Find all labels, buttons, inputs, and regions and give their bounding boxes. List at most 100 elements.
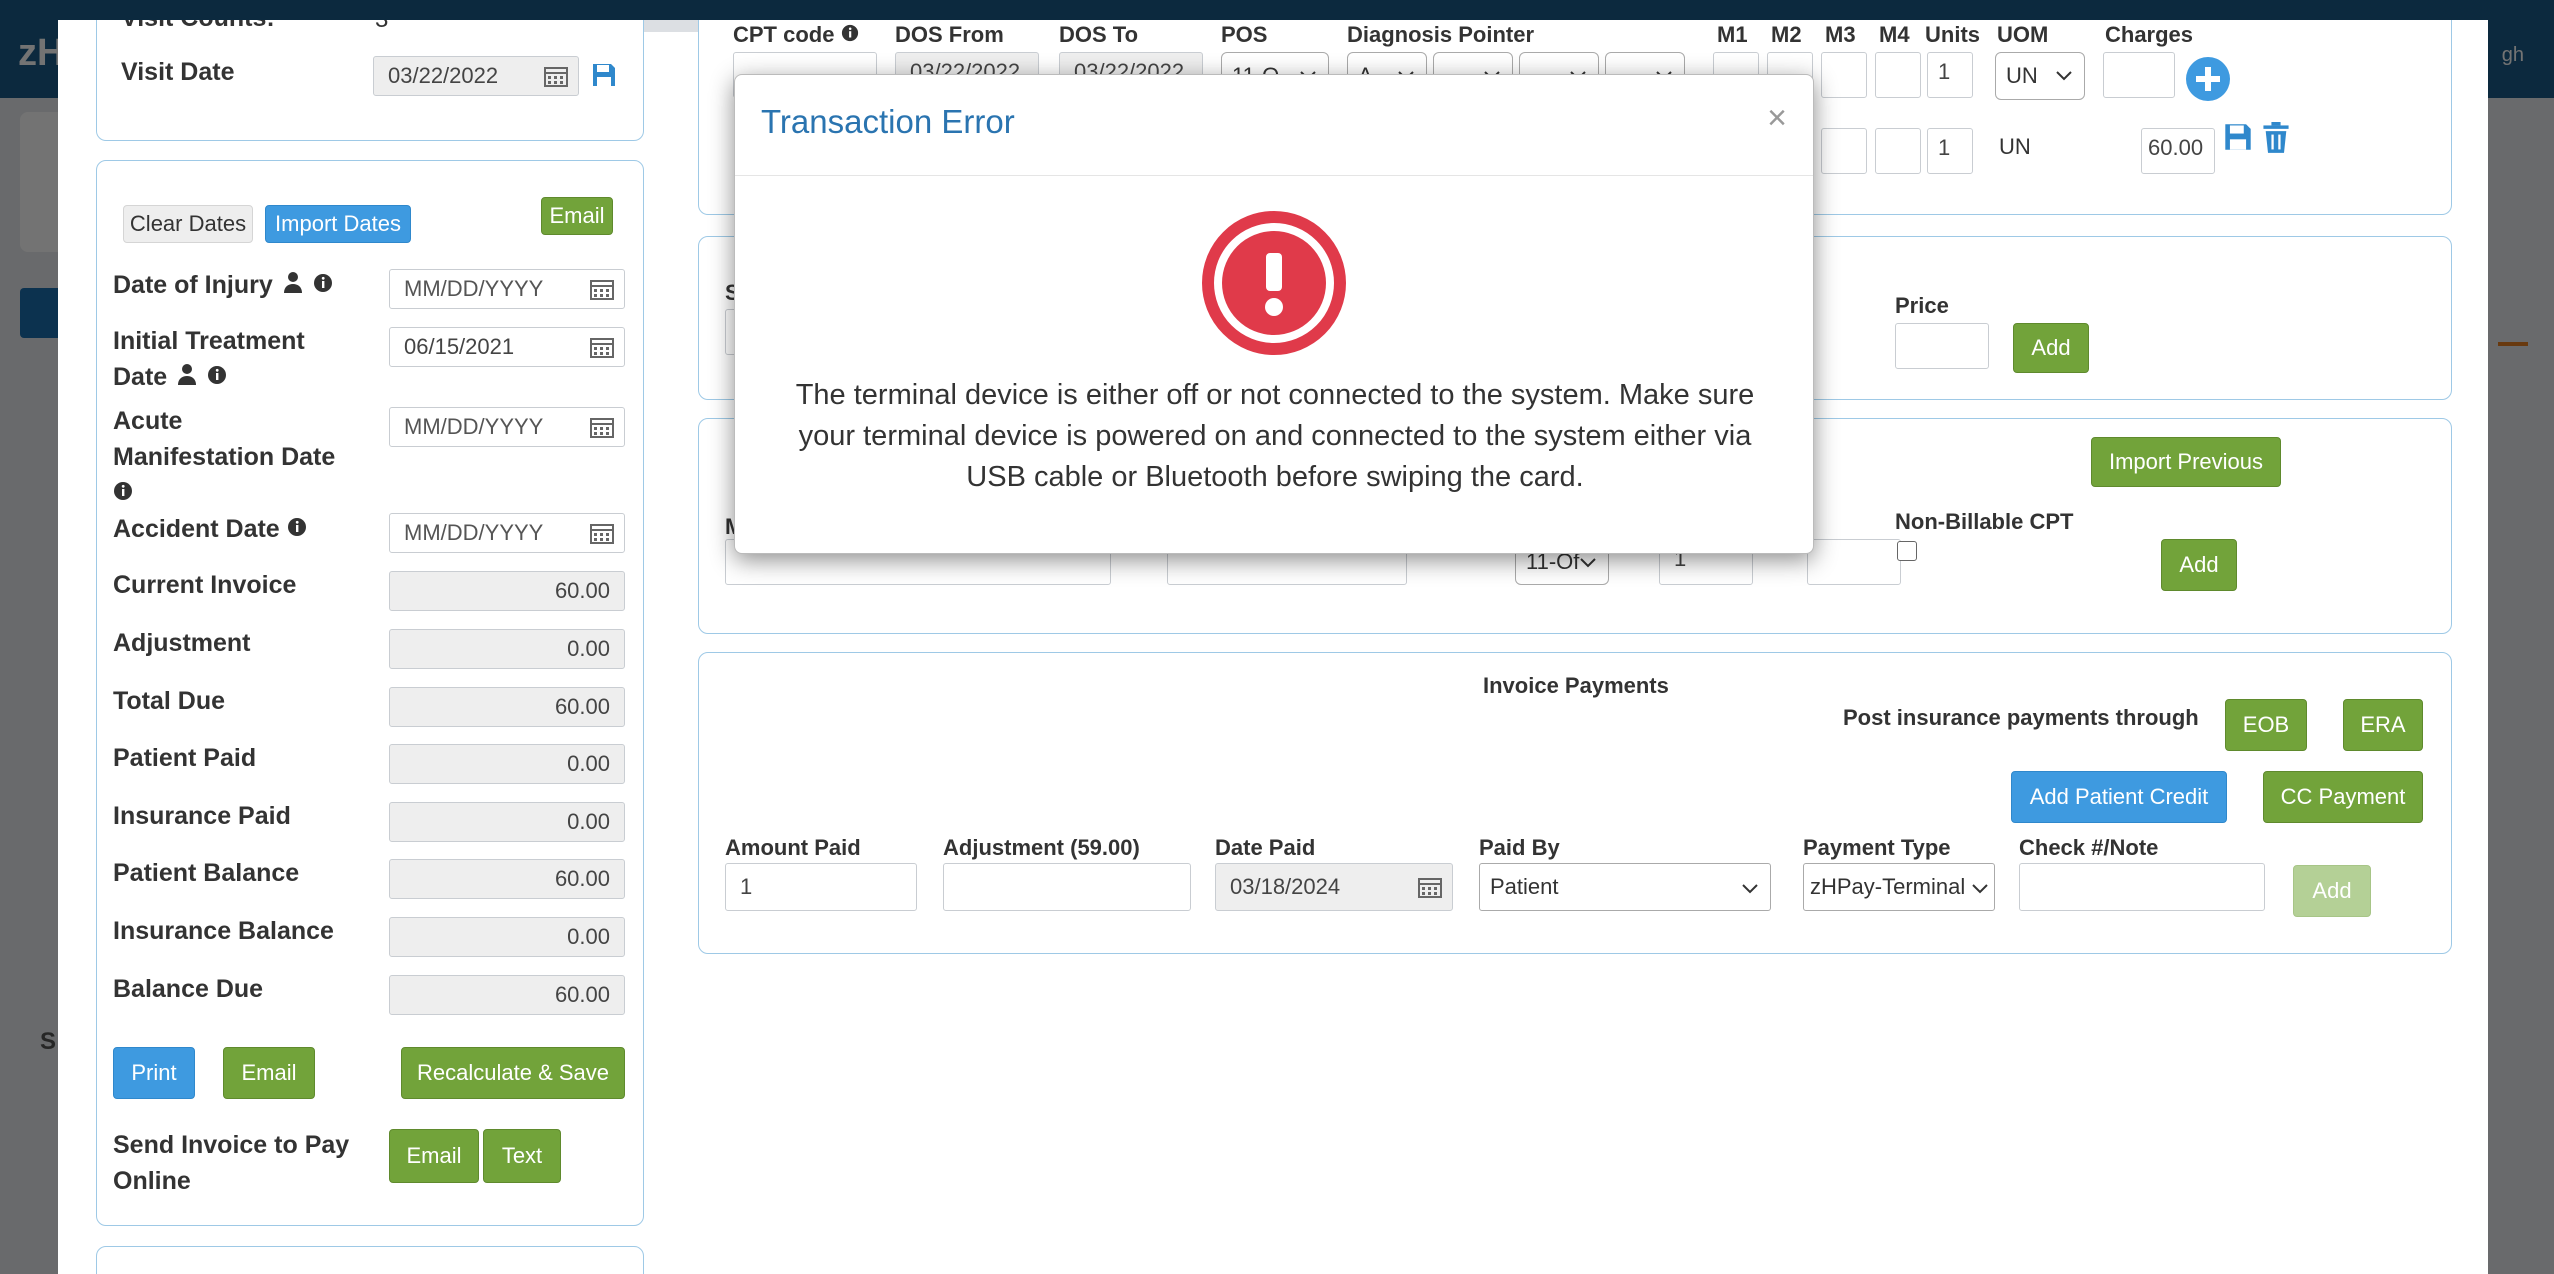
non-billable-cpt-label: Non-Billable CPT — [1895, 509, 2074, 534]
email-invoice-button[interactable]: Email — [223, 1047, 315, 1099]
m3-input[interactable] — [1821, 52, 1867, 98]
initial-treatment-field[interactable]: 06/15/2021 — [389, 327, 625, 367]
error-icon — [1202, 211, 1346, 355]
charges-input-row2[interactable]: 60.00 — [2141, 128, 2215, 174]
non-billable-checkbox[interactable] — [1897, 541, 1917, 561]
patient-paid-label: Patient Paid — [113, 744, 257, 772]
calendar-icon[interactable] — [590, 336, 614, 358]
adjustment-payment-label: Adjustment (59.00) — [943, 835, 1140, 860]
amount-paid-input[interactable]: 1 — [725, 863, 917, 911]
calendar-icon[interactable] — [590, 278, 614, 300]
save-icon[interactable] — [591, 62, 617, 88]
initial-treatment-label: Initial Treatment Date — [113, 323, 305, 395]
insurance-paid-label: Insurance Paid — [113, 802, 291, 830]
payment-type-select[interactable]: zHPay-Terminal — [1803, 863, 1995, 911]
diagnosis-pointer-header: Diagnosis Pointer — [1347, 22, 1535, 47]
email-dates-button[interactable]: Email — [541, 197, 613, 235]
visit-card: Visit Counts: 3 Visit Date 03/22/2022 — [96, 20, 644, 141]
price-input[interactable] — [1895, 323, 1989, 369]
initial-treatment-text-1: Initial Treatment — [113, 327, 305, 355]
acute-text-2: Manifestation Date — [113, 443, 336, 471]
calendar-icon[interactable] — [1418, 876, 1442, 898]
adjustment-label: Adjustment — [113, 629, 251, 657]
price-header: Price — [1895, 293, 1949, 318]
send-text-button[interactable]: Text — [483, 1129, 561, 1183]
user-injury-icon — [283, 272, 302, 293]
add-patient-credit-button[interactable]: Add Patient Credit — [2011, 771, 2227, 823]
paid-by-label: Paid By — [1479, 835, 1560, 860]
initial-treatment-value: 06/15/2021 — [404, 334, 515, 359]
m4-input-row2[interactable] — [1875, 128, 1921, 174]
calendar-icon[interactable] — [590, 522, 614, 544]
info-icon — [313, 274, 332, 292]
clear-dates-button[interactable]: Clear Dates — [123, 205, 253, 243]
save-icon[interactable] — [2223, 122, 2253, 152]
import-dates-button[interactable]: Import Dates — [265, 205, 411, 243]
send-invoice-text-2: Online — [113, 1167, 191, 1195]
invoice-payments-title: Invoice Payments — [1483, 673, 1669, 698]
uom-value: UN — [2006, 63, 2038, 88]
units-input-row2[interactable]: 1 — [1927, 128, 1973, 174]
dos-to-header: DOS To — [1059, 22, 1139, 47]
info-icon — [841, 24, 858, 42]
charges-input[interactable] — [2103, 52, 2175, 98]
date-paid-value: 03/18/2024 — [1230, 874, 1341, 899]
add-noncpt-button[interactable]: Add — [2161, 539, 2237, 591]
paid-by-select[interactable]: Patient — [1479, 863, 1771, 911]
accident-date-label: Accident Date — [113, 511, 307, 547]
acute-placeholder: MM/DD/YYYY — [404, 414, 544, 439]
uom-select[interactable]: UN — [1995, 52, 2085, 100]
charges-header: Charges — [2105, 22, 2194, 47]
chevron-down-icon — [1580, 558, 1596, 568]
date-of-injury-text: Date of Injury — [113, 271, 273, 299]
add-circle-icon[interactable] — [2185, 56, 2231, 102]
insurance-paid-field: 0.00 — [389, 802, 625, 842]
current-invoice-label: Current Invoice — [113, 571, 297, 599]
patient-paid-field: 0.00 — [389, 744, 625, 784]
m3-header: M3 — [1825, 22, 1856, 47]
amount-paid-label: Amount Paid — [725, 835, 861, 860]
visit-counts-value: 3 — [375, 20, 388, 34]
payment-type-label: Payment Type — [1803, 835, 1951, 860]
m3-input-row2[interactable] — [1821, 128, 1867, 174]
chevron-down-icon — [1742, 884, 1758, 894]
m4-input[interactable] — [1875, 52, 1921, 98]
post-insurance-label: Post insurance payments through — [1843, 705, 2199, 730]
check-note-label: Check #/Note — [2019, 835, 2159, 860]
payment-type-value: zHPay-Terminal — [1810, 874, 1966, 899]
accident-date-field[interactable]: MM/DD/YYYY — [389, 513, 625, 553]
eob-button[interactable]: EOB — [2225, 699, 2307, 751]
check-note-input[interactable] — [2019, 863, 2265, 911]
balance-due-field: 60.00 — [389, 975, 625, 1015]
cpt-code-text: CPT code — [733, 22, 835, 47]
send-invoice-text-1: Send Invoice to Pay — [113, 1131, 350, 1159]
import-previous-button[interactable]: Import Previous — [2091, 437, 2281, 487]
patient-balance-label: Patient Balance — [113, 859, 300, 887]
date-of-injury-label: Date of Injury — [113, 267, 333, 303]
modal-title: Transaction Error — [761, 103, 1015, 140]
date-paid-input[interactable]: 03/18/2024 — [1215, 863, 1453, 911]
pos-header: POS — [1221, 22, 1268, 47]
patient-balance-field: 60.00 — [389, 859, 625, 899]
send-email-button[interactable]: Email — [389, 1129, 479, 1183]
add-product-button[interactable]: Add — [2013, 323, 2089, 373]
user-injury-icon — [178, 364, 197, 385]
visit-date-value: 03/22/2022 — [388, 63, 499, 88]
recalculate-save-button[interactable]: Recalculate & Save — [401, 1047, 625, 1099]
acute-manifestation-field[interactable]: MM/DD/YYYY — [389, 407, 625, 447]
trash-icon[interactable] — [2261, 122, 2291, 154]
close-icon[interactable]: × — [1767, 99, 1787, 138]
adjustment-payment-input[interactable] — [943, 863, 1191, 911]
send-invoice-label: Send Invoice to Pay Online — [113, 1127, 349, 1199]
accident-placeholder: MM/DD/YYYY — [404, 520, 544, 545]
date-of-injury-field[interactable]: MM/DD/YYYY — [389, 269, 625, 309]
visit-date-field[interactable]: 03/22/2022 — [373, 56, 579, 96]
noncpt-charge-input[interactable] — [1807, 539, 1901, 585]
calendar-icon[interactable] — [544, 65, 568, 87]
add-payment-button[interactable]: Add — [2293, 865, 2371, 917]
print-button[interactable]: Print — [113, 1047, 195, 1099]
era-button[interactable]: ERA — [2343, 699, 2423, 751]
units-input[interactable]: 1 — [1927, 52, 1973, 98]
calendar-icon[interactable] — [590, 416, 614, 438]
cc-payment-button[interactable]: CC Payment — [2263, 771, 2423, 823]
